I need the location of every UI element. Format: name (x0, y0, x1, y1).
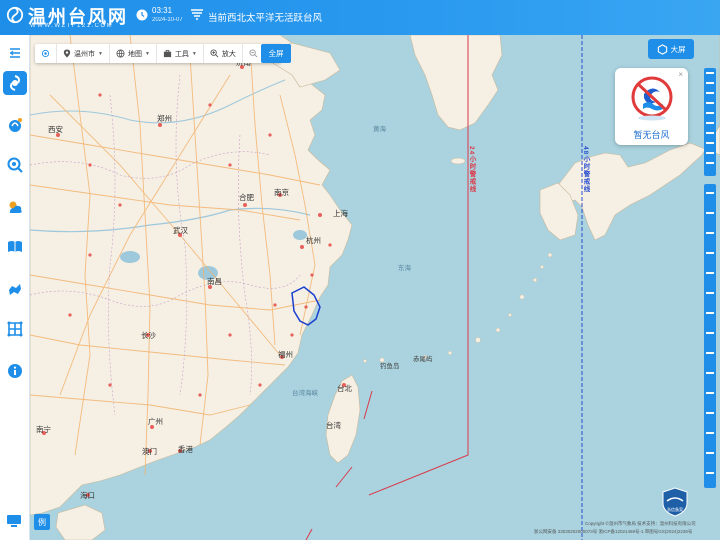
zoom-in-button[interactable]: 放大 (204, 44, 243, 63)
sea-label: 台湾海峡 (292, 388, 319, 397)
grid-icon (7, 321, 23, 337)
fullscreen-button[interactable]: 全屏 (261, 44, 291, 63)
warning-line-48h-label: 48小时警戒线 (582, 146, 589, 193)
hexagon-icon (657, 43, 667, 55)
basemap-label: 地图 (127, 50, 142, 58)
grid-button[interactable] (3, 317, 27, 341)
city-label: 武汉 (173, 225, 188, 235)
info-icon (8, 364, 22, 378)
city-label: 南昌 (207, 276, 222, 286)
clock-icon (136, 9, 148, 21)
current-date: 2024-10-07 (152, 17, 183, 23)
location-pin-icon (63, 49, 71, 58)
tai-lake (293, 230, 307, 240)
city-label: 香港 (178, 444, 193, 454)
city-label: 台湾 (326, 420, 341, 430)
globe-icon (116, 49, 125, 58)
island-label: 钓鱼岛 (380, 361, 400, 370)
typhoon-button[interactable] (3, 71, 27, 95)
city-label: 福州 (278, 350, 293, 359)
copyright-text: Copyright ©温州市气象局 技术支持：温州科技有限公司 (585, 521, 696, 526)
zoom-out-icon (249, 49, 258, 58)
city-label: 台北 (337, 383, 352, 393)
monitor-button[interactable] (5, 512, 23, 530)
city-label: 长沙 (141, 330, 156, 340)
warning-line-24h-label: 24小时警戒线 (468, 146, 475, 193)
map-toolbar: 温州市 ▼ 地图 ▼ 工具 ▼ 放大 缩小 (35, 44, 281, 63)
locate-button[interactable] (35, 44, 57, 63)
weather-icon (9, 201, 22, 213)
city-label: 南宁 (36, 424, 51, 434)
radar-icon (7, 157, 23, 173)
current-time: 03:31 (152, 6, 173, 15)
toolbox-icon (163, 49, 172, 58)
legend-button[interactable]: 例 (34, 514, 50, 530)
info-button[interactable] (3, 359, 27, 383)
dongting-lake (120, 251, 140, 263)
city-label: 西安 (48, 124, 63, 134)
city-label: 海口 (80, 490, 95, 500)
region-select[interactable]: 温州市 ▼ (57, 44, 110, 63)
map-scale-strip[interactable] (704, 68, 716, 488)
zoom-in-icon (210, 49, 219, 58)
no-typhoon-text: 暂无台风 (633, 130, 670, 140)
chevron-down-icon: ▼ (144, 50, 150, 57)
region-label: 温州市 (74, 50, 95, 58)
city-label: 合肥 (239, 192, 254, 202)
typhoon-logo-icon (6, 6, 24, 24)
satellite-button[interactable] (3, 113, 27, 137)
island-label: 赤尾屿 (413, 354, 433, 363)
city-label: 杭州 (306, 235, 321, 245)
ship-button[interactable] (3, 277, 27, 301)
basemap-select[interactable]: 地图 ▼ (110, 44, 157, 63)
menu-icon (10, 48, 20, 58)
city-label: 广州 (148, 416, 163, 426)
weather-button[interactable] (3, 195, 27, 219)
big-screen-button[interactable]: 大屏 (648, 39, 694, 59)
chevron-down-icon: ▼ (191, 50, 197, 57)
satellite-icon (9, 118, 22, 132)
typhoon-icon (10, 75, 20, 91)
sea-label: 黄海 (373, 124, 387, 133)
wave-icon (191, 9, 203, 20)
tools-label: 工具 (174, 50, 189, 58)
chevron-down-icon: ▼ (98, 50, 103, 57)
tools-select[interactable]: 工具 ▼ (157, 44, 204, 63)
city-label: 郑州 (157, 113, 172, 123)
menu-button[interactable] (3, 41, 27, 65)
ship-icon (9, 284, 21, 295)
certification-badge[interactable]: 浙信备案 (661, 487, 689, 517)
knowledge-button[interactable] (3, 235, 27, 259)
badge-label: 浙信备案 (667, 506, 683, 512)
typhoon-status: 当前西北太平洋无活跃台风 (208, 13, 323, 24)
left-sidebar (0, 35, 30, 540)
big-screen-label: 大屏 (670, 44, 686, 54)
beian-text[interactable]: 浙公网安备 33030202000073号 浙ICP备12021459号-1 审… (534, 529, 692, 535)
city-label: 上海 (333, 208, 348, 218)
zoom-in-label: 放大 (221, 50, 236, 58)
monitor-icon (7, 515, 21, 527)
no-typhoon-icon (631, 76, 673, 121)
locate-icon (41, 49, 50, 58)
no-typhoon-card: × 暂无台风 (615, 68, 688, 145)
sea-label: 东海 (398, 263, 412, 272)
book-icon (8, 241, 22, 252)
jeju-island (450, 157, 466, 165)
city-label: 南京 (274, 187, 289, 197)
app-header: 温州台风网 WWW.WZTF121.COM 03:31 2024-10-07 当… (0, 0, 720, 35)
city-label: 澳门 (142, 446, 157, 456)
radar-button[interactable] (3, 153, 27, 177)
close-icon[interactable]: × (678, 70, 683, 79)
site-url: WWW.WZTF121.COM (30, 23, 114, 29)
